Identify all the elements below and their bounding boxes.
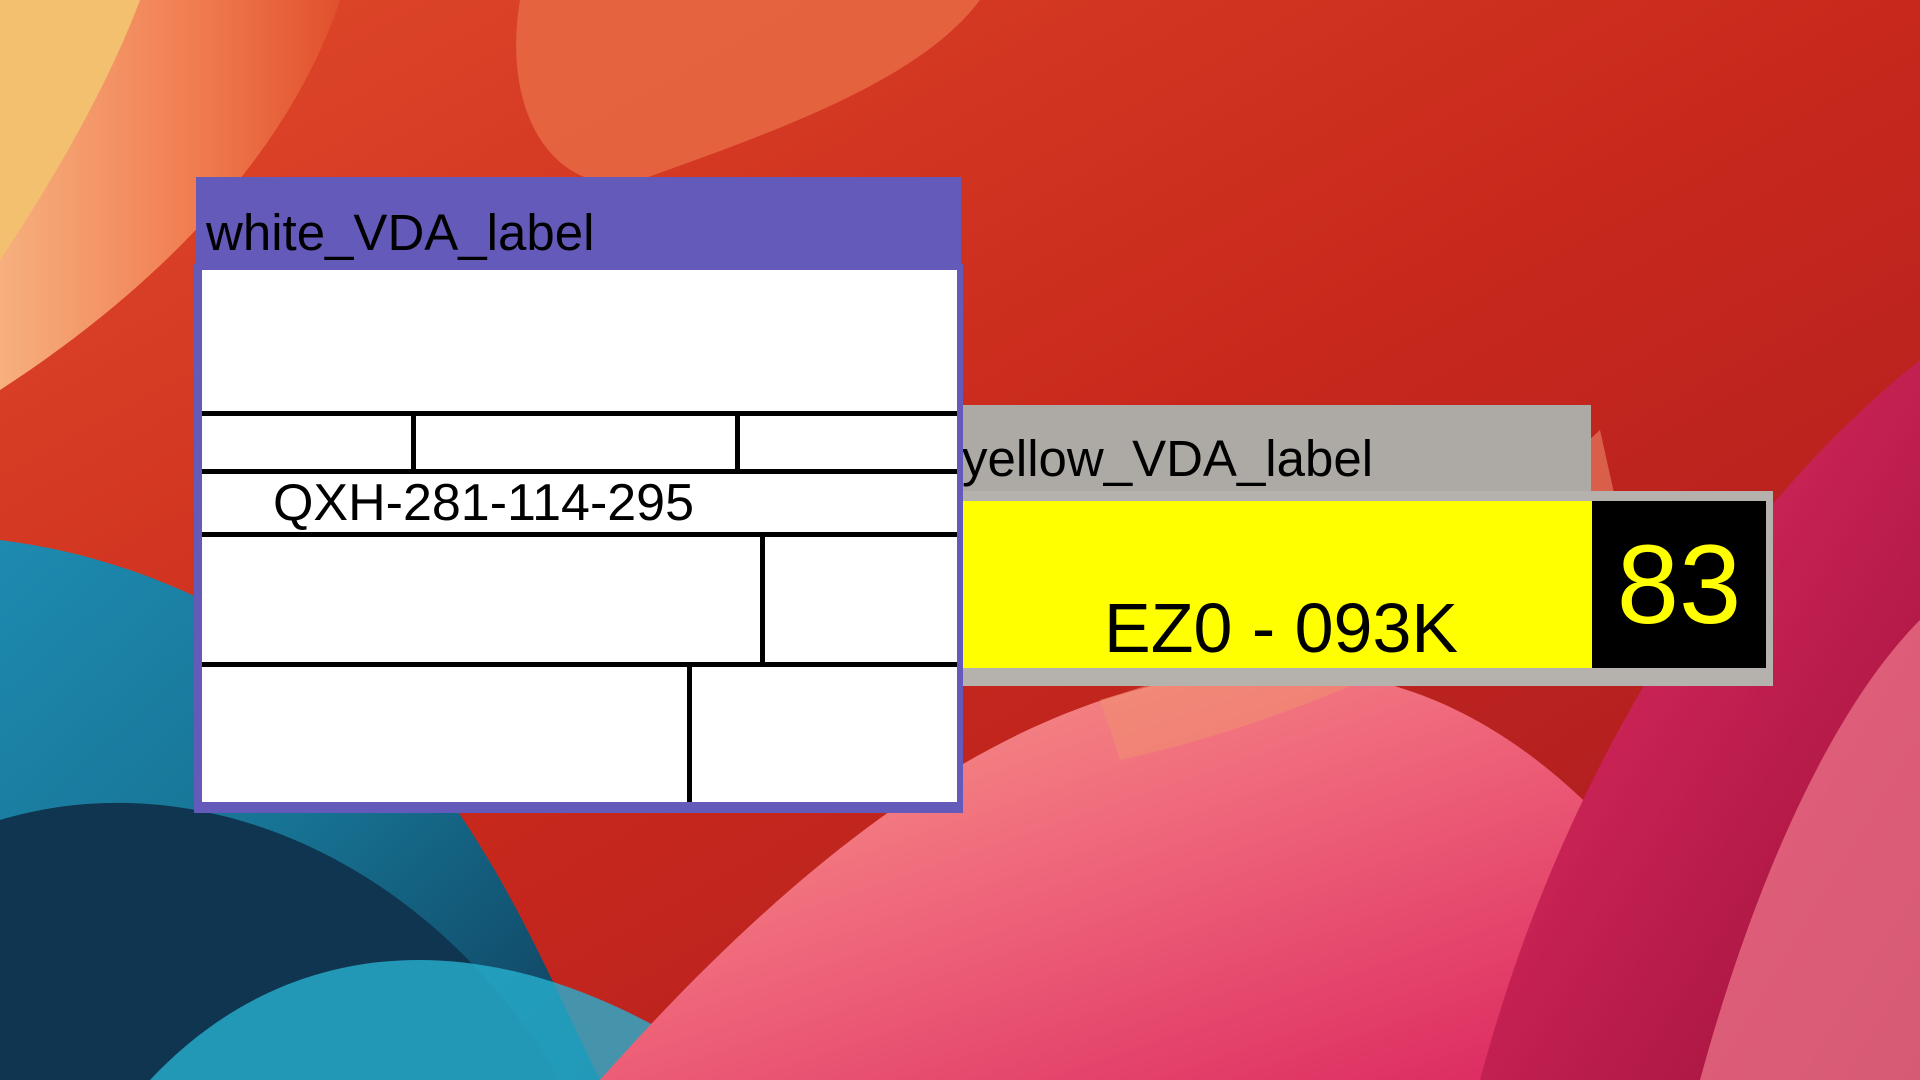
form-divider [202, 532, 957, 537]
desktop: yellow_VDA_label EZ0 - 093K 83 white_VDA… [0, 0, 1920, 1080]
yellow-label-body: EZ0 - 093K 83 [952, 491, 1773, 686]
plate-number-text: EZ0 - 093K [1104, 589, 1459, 667]
form-divider [202, 411, 957, 416]
form-cell-divider [687, 662, 692, 802]
white-label-title: white_VDA_label [206, 204, 595, 261]
form-cell-divider [760, 532, 765, 667]
yellow-plate-field: EZ0 - 093K [952, 501, 1592, 668]
white-label-form: QXH-281-114-295 [202, 270, 957, 802]
yellow-label-title: yellow_VDA_label [962, 430, 1374, 487]
form-cell-divider [411, 411, 416, 474]
label-code-text: QXH-281-114-295 [272, 474, 695, 532]
white-label-titlebar[interactable]: white_VDA_label [196, 177, 961, 264]
form-divider [202, 662, 957, 667]
yellow-label-window[interactable]: yellow_VDA_label [952, 405, 1591, 496]
white-label-window[interactable]: white_VDA_label QXH-281-114-295 [194, 177, 963, 813]
white-label-frame: QXH-281-114-295 [194, 264, 963, 813]
form-cell-divider [735, 411, 740, 474]
number-badge-text: 83 [1616, 522, 1742, 647]
number-badge: 83 [1592, 501, 1766, 668]
